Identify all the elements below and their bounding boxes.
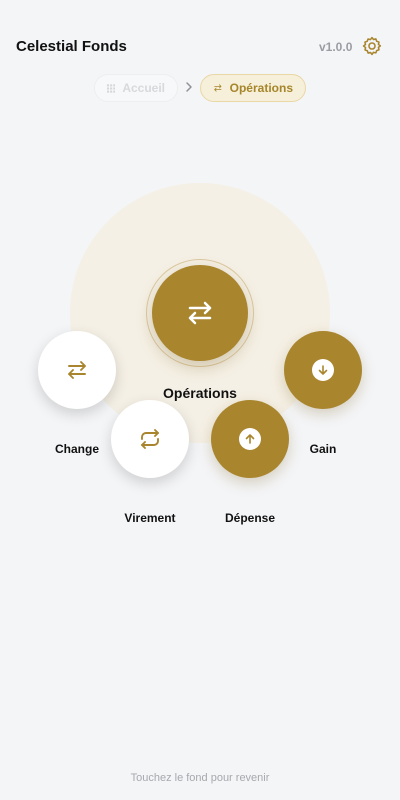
breadcrumb-current-label: Opérations	[229, 81, 293, 95]
virement-label: Virement	[124, 511, 176, 525]
arrow-up-icon	[239, 428, 261, 450]
arrow-down-icon	[312, 359, 334, 381]
arrows-exchange-icon	[68, 361, 86, 379]
arrows-exchange-icon	[214, 84, 222, 92]
breadcrumb-home[interactable]: Accueil	[94, 74, 178, 102]
operations-center-button[interactable]	[152, 265, 248, 361]
app-header: Celestial Fonds v1.0.0	[0, 0, 400, 70]
arrows-exchange-icon	[188, 301, 212, 325]
breadcrumb-home-label: Accueil	[122, 81, 165, 95]
chevron-right-icon	[186, 82, 192, 92]
gear-icon[interactable]	[361, 35, 383, 57]
dismiss-hint: Touchez le fond pour revenir	[130, 772, 270, 784]
repeat-icon	[141, 429, 159, 449]
change-label: Change	[54, 442, 99, 456]
depense-label: Dépense	[224, 511, 276, 525]
center-label: Opérations	[163, 385, 237, 401]
breadcrumb-current: Opérations	[200, 74, 306, 102]
depense-button[interactable]	[211, 400, 289, 478]
grid-icon	[107, 83, 116, 93]
app-version: v1.0.0	[319, 40, 353, 54]
virement-button[interactable]	[111, 400, 189, 478]
app-title: Celestial Fonds	[16, 38, 127, 55]
operations-screen[interactable]: Celestial Fonds v1.0.0 Accueil Opération…	[0, 0, 400, 800]
breadcrumb: Accueil Opérations	[0, 74, 400, 104]
change-button[interactable]	[38, 331, 116, 409]
gain-button[interactable]	[284, 331, 362, 409]
gain-label: Gain	[309, 442, 337, 456]
